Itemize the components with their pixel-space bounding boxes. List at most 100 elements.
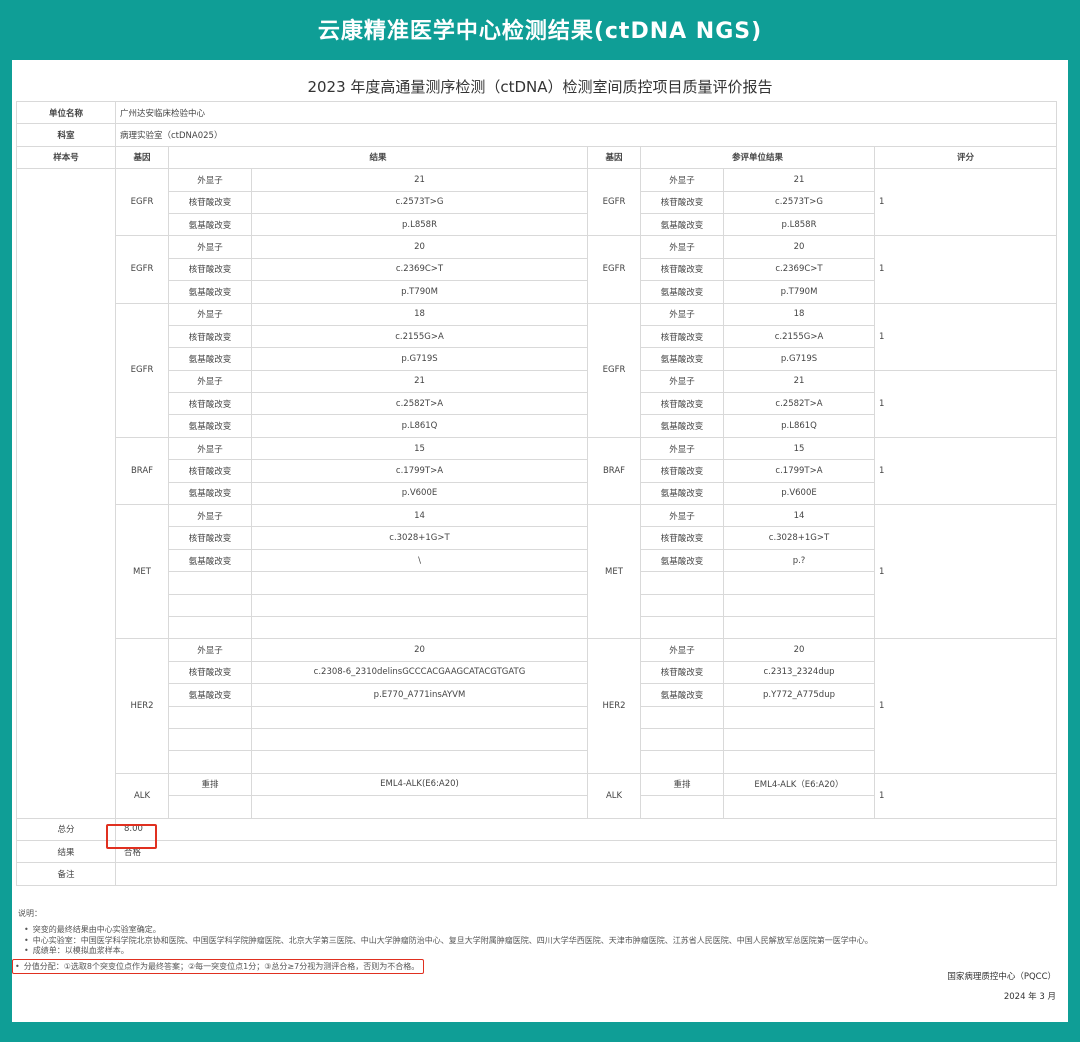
result-value-cell: c.2582T>A bbox=[251, 392, 588, 416]
result-value-cell: c.2573T>G bbox=[251, 190, 588, 214]
ref-value-cell: 20 bbox=[723, 638, 875, 662]
score-cell: 1 bbox=[873, 504, 1058, 640]
header-gene-2: 基因 bbox=[587, 145, 641, 170]
note-item: 中心实验室：中国医学科学院北京协和医院、中国医学科学院肿瘤医院、北京大学第三医院… bbox=[24, 936, 1058, 947]
result-label: 结果 bbox=[16, 839, 116, 864]
ref-value-cell bbox=[723, 593, 875, 617]
gene-cell: EGFR bbox=[115, 168, 169, 237]
ref-gene-cell: EGFR bbox=[587, 235, 641, 304]
ref-key-cell: 外显子 bbox=[640, 369, 724, 394]
total-value: 8.00 bbox=[114, 817, 1058, 841]
ref-key-cell bbox=[640, 750, 724, 774]
ref-value-cell: 15 bbox=[723, 436, 875, 461]
gene-cell: ALK bbox=[115, 772, 169, 819]
ref-gene-cell: HER2 bbox=[587, 638, 641, 774]
score-cell: 1 bbox=[873, 638, 1058, 774]
result-value-cell bbox=[251, 727, 588, 752]
ref-value-cell bbox=[723, 571, 875, 595]
ref-gene-cell: EGFR bbox=[587, 168, 641, 237]
result-key-cell bbox=[168, 727, 252, 752]
result-value-cell: p.L858R bbox=[251, 212, 588, 237]
ref-key-cell: 外显子 bbox=[640, 436, 724, 461]
ref-key-cell: 氨基酸改变 bbox=[640, 683, 724, 707]
result-key-cell: 外显子 bbox=[168, 638, 252, 662]
ref-key-cell: 外显子 bbox=[640, 302, 724, 326]
ref-value-cell bbox=[723, 727, 875, 752]
notes-section: 说明： 突变的最终结果由中心实验室确定。 中心实验室：中国医学科学院北京协和医院… bbox=[12, 908, 1058, 974]
ref-value-cell: 21 bbox=[723, 369, 875, 394]
result-key-cell: 外显子 bbox=[168, 168, 252, 192]
ref-key-cell: 氨基酸改变 bbox=[640, 347, 724, 371]
report-paper: 2023 年度高通量测序检测（ctDNA）检测室间质控项目质量评价报告 单位名称… bbox=[12, 60, 1068, 1022]
result-key-cell: 氨基酸改变 bbox=[168, 414, 252, 438]
ref-key-cell: 核苷酸改变 bbox=[640, 257, 724, 282]
ref-value-cell: p.L861Q bbox=[723, 414, 875, 438]
header-ref-result: 参评单位结果 bbox=[640, 145, 875, 170]
table-row: BRAF 外显子 15 BRAF 外显子 15 1 bbox=[17, 436, 1058, 506]
table-row: EGFR 外显子 20 EGFR 外显子 20 1 bbox=[17, 235, 1058, 304]
ref-value-cell: c.3028+1G>T bbox=[723, 526, 875, 550]
score-cell: 1 bbox=[873, 436, 1058, 506]
ref-key-cell bbox=[640, 727, 724, 752]
result-value-cell bbox=[251, 615, 588, 640]
result-value-cell: \ bbox=[251, 548, 588, 573]
result-value-cell: c.1799T>A bbox=[251, 459, 588, 483]
result-value-cell: 21 bbox=[251, 369, 588, 394]
gene-cell: BRAF bbox=[115, 436, 169, 506]
result-key-cell: 核苷酸改变 bbox=[168, 190, 252, 214]
ref-key-cell: 核苷酸改变 bbox=[640, 392, 724, 416]
result-value-cell: EML4-ALK(E6:A20) bbox=[251, 772, 588, 797]
gene-cell: EGFR bbox=[115, 235, 169, 304]
result-key-cell bbox=[168, 615, 252, 640]
unit-label: 单位名称 bbox=[16, 100, 116, 125]
result-value-cell bbox=[251, 750, 588, 774]
result-key-cell bbox=[168, 795, 252, 819]
header-score: 评分 bbox=[873, 145, 1058, 170]
ref-key-cell: 核苷酸改变 bbox=[640, 526, 724, 550]
ref-value-cell: p.? bbox=[723, 548, 875, 573]
result-key-cell: 核苷酸改变 bbox=[168, 324, 252, 349]
result-key-cell: 氨基酸改变 bbox=[168, 280, 252, 304]
doc-title: 2023 年度高通量测序检测（ctDNA）检测室间质控项目质量评价报告 bbox=[307, 78, 773, 96]
result-value-cell bbox=[251, 705, 588, 729]
ref-key-cell: 氨基酸改变 bbox=[640, 414, 724, 438]
footer-date: 2024 年 3 月 bbox=[1003, 992, 1056, 1002]
ref-key-cell: 氨基酸改变 bbox=[640, 548, 724, 573]
ref-value-cell bbox=[723, 795, 875, 819]
note-item: 成绩单：以模拟血浆样本。 bbox=[24, 946, 1058, 957]
ref-value-cell: p.G719S bbox=[723, 347, 875, 371]
ref-gene-cell: BRAF bbox=[587, 436, 641, 506]
ref-gene-cell: MET bbox=[587, 504, 641, 640]
ref-key-cell: 核苷酸改变 bbox=[640, 660, 724, 685]
ref-key-cell: 氨基酸改变 bbox=[640, 481, 724, 506]
result-row: 结果 合格 bbox=[16, 839, 1058, 864]
ref-key-cell: 外显子 bbox=[640, 504, 724, 528]
banner-title: 云康精准医学中心检测结果(ctDNA NGS) bbox=[317, 19, 763, 44]
result-key-cell: 外显子 bbox=[168, 302, 252, 326]
ref-value-cell: c.2155G>A bbox=[723, 324, 875, 349]
footer-org: 国家病理质控中心（PQCC） bbox=[947, 972, 1056, 982]
ref-value-cell bbox=[723, 705, 875, 729]
ref-value-cell: c.1799T>A bbox=[723, 459, 875, 483]
result-value: 合格 bbox=[114, 839, 1058, 864]
result-value-cell: c.3028+1G>T bbox=[251, 526, 588, 550]
ref-key-cell: 氨基酸改变 bbox=[640, 212, 724, 237]
sample-id-cell bbox=[16, 168, 116, 819]
ref-key-cell: 外显子 bbox=[640, 168, 724, 192]
ref-value-cell bbox=[723, 750, 875, 774]
ref-key-cell: 外显子 bbox=[640, 638, 724, 662]
ref-value-cell: c.2582T>A bbox=[723, 392, 875, 416]
ref-key-cell bbox=[640, 593, 724, 617]
result-value-cell: p.V600E bbox=[251, 481, 588, 506]
result-value-cell: p.T790M bbox=[251, 280, 588, 304]
report-table: 单位名称 广州达安临床检验中心 科室 病理实验室（ctDNA025） 样本号 基… bbox=[16, 100, 1058, 886]
result-value-cell: 20 bbox=[251, 235, 588, 259]
header-sample: 样本号 bbox=[16, 145, 116, 170]
ref-value-cell: c.2313_2324dup bbox=[723, 660, 875, 685]
result-key-cell: 核苷酸改变 bbox=[168, 392, 252, 416]
ref-value-cell bbox=[723, 615, 875, 640]
score-cell: 1 bbox=[873, 369, 1058, 438]
note-item: 突变的最终结果由中心实验室确定。 bbox=[24, 925, 1058, 936]
score-cell: 1 bbox=[873, 168, 1058, 237]
result-value-cell: p.E770_A771insAYVM bbox=[251, 683, 588, 707]
